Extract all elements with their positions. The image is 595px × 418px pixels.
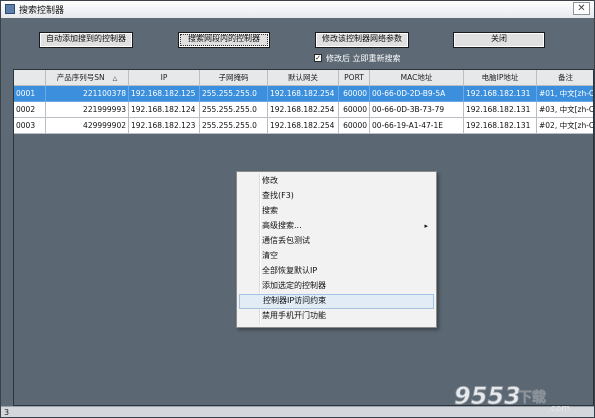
client-area: 自动添加搜到的控制器 搜索网段内的控制器 修改该控制器网络参数 关闭 ✓ 修改后… xyxy=(1,18,594,406)
app-icon xyxy=(5,4,15,14)
close-button[interactable]: 关闭 xyxy=(453,32,545,48)
menu-item-packet-loss-test[interactable]: 通信丢包测试 xyxy=(239,234,434,249)
menu-item-modify[interactable]: 修改 xyxy=(239,174,434,189)
search-segment-controllers-button[interactable]: 搜索网段内的控制器 xyxy=(178,32,270,48)
cell-gateway: 192.168.182.254 xyxy=(268,118,339,134)
cell-row-no: 0001 xyxy=(14,86,46,102)
cell-pc-ip: 192.168.182.131 xyxy=(464,86,537,102)
site-watermark-logo: 9553 下载 .com xyxy=(454,382,570,414)
cell-gateway: 192.168.182.254 xyxy=(268,102,339,118)
header-mac[interactable]: MAC地址 xyxy=(370,70,464,86)
window-close-button[interactable]: ✕ xyxy=(573,2,590,15)
submenu-arrow-icon: ▸ xyxy=(424,222,428,230)
cell-mac: 00-66-0D-3B-73-79 xyxy=(370,102,464,118)
header-pc-ip[interactable]: 电脑IP地址 xyxy=(464,70,537,86)
cell-ip: 192.168.182.124 xyxy=(129,102,200,118)
menu-item-add-selected[interactable]: 添加选定的控制器 xyxy=(239,279,434,294)
menu-item-find[interactable]: 查找(F3) xyxy=(239,189,434,204)
cell-pc-ip: 192.168.182.131 xyxy=(464,102,537,118)
header-gateway[interactable]: 默认网关 xyxy=(268,70,339,86)
modify-network-params-button[interactable]: 修改该控制器网络参数 xyxy=(315,32,409,48)
header-port[interactable]: PORT xyxy=(339,70,370,86)
cell-port: 60000 xyxy=(339,118,370,134)
table-row[interactable]: 0003 429999902 192.168.182.123 255.255.2… xyxy=(14,118,593,134)
menu-item-restore-default-ip[interactable]: 全部恢复默认IP xyxy=(239,264,434,279)
cell-mac: 00-66-19-A1-47-1E xyxy=(370,118,464,134)
table-row[interactable]: 0001 221100378 192.168.182.125 255.255.2… xyxy=(14,86,593,102)
cell-gateway: 192.168.182.254 xyxy=(268,86,339,102)
cell-subnet-mask: 255.255.255.0 xyxy=(200,118,268,134)
header-sn[interactable]: 产品序列号SN △ xyxy=(46,70,129,86)
header-row-no[interactable] xyxy=(14,70,46,86)
menu-item-ip-access-restriction[interactable]: 控制器IP访问约束 xyxy=(239,294,434,309)
search-controller-window: 搜索控制器 ✕ 自动添加搜到的控制器 搜索网段内的控制器 修改该控制器网络参数 … xyxy=(0,0,595,418)
cell-sn: 221100378 xyxy=(46,86,129,102)
cell-ip: 192.168.182.125 xyxy=(129,86,200,102)
cell-subnet-mask: 255.255.255.0 xyxy=(200,86,268,102)
cell-pc-ip: 192.168.182.131 xyxy=(464,118,537,134)
table-row[interactable]: 0002 221999993 192.168.182.124 255.255.2… xyxy=(14,102,593,118)
menu-item-disable-mobile-unlock[interactable]: 禁用手机开门功能 xyxy=(239,309,434,324)
menu-item-advanced-search-label: 高级搜索... xyxy=(262,221,302,230)
window-title: 搜索控制器 xyxy=(19,6,65,16)
cell-sn: 221999993 xyxy=(46,102,129,118)
auto-add-controllers-button[interactable]: 自动添加搜到的控制器 xyxy=(39,32,133,48)
cell-port: 60000 xyxy=(339,86,370,102)
cell-note: #03, 中文[zh-CN] xyxy=(537,102,593,118)
header-subnet-mask[interactable]: 子网掩码 xyxy=(200,70,268,86)
cell-note: #01, 中文[zh-CN] xyxy=(537,86,593,102)
header-note[interactable]: 备注 xyxy=(537,70,593,86)
header-ip[interactable]: IP xyxy=(129,70,200,86)
cell-sn: 429999902 xyxy=(46,118,129,134)
cell-row-no: 0003 xyxy=(14,118,46,134)
menu-item-advanced-search[interactable]: 高级搜索... ▸ xyxy=(239,219,434,234)
grid-header: 产品序列号SN △ IP 子网掩码 默认网关 PORT MAC地址 电脑IP地址 … xyxy=(14,70,593,86)
cell-port: 60000 xyxy=(339,102,370,118)
cell-subnet-mask: 255.255.255.0 xyxy=(200,102,268,118)
watermark-domain: .com xyxy=(548,404,570,414)
watermark-brand: 9553 xyxy=(454,382,521,410)
menu-item-clear[interactable]: 清空 xyxy=(239,249,434,264)
sort-ascending-icon: △ xyxy=(112,75,118,82)
cell-ip: 192.168.182.123 xyxy=(129,118,200,134)
menu-item-search[interactable]: 搜索 xyxy=(239,204,434,219)
cell-mac: 00-66-0D-2D-B9-5A xyxy=(370,86,464,102)
cell-note: #02, 中文[zh-CN] xyxy=(537,118,593,134)
cell-row-no: 0002 xyxy=(14,102,46,118)
title-bar[interactable]: 搜索控制器 ✕ xyxy=(1,1,594,19)
research-after-modify-label: 修改后 立即重新搜索 xyxy=(326,54,401,63)
header-sn-label: 产品序列号SN xyxy=(56,73,105,82)
context-menu: 修改 查找(F3) 搜索 高级搜索... ▸ 通信丢包测试 清空 全部恢复默认IP… xyxy=(236,171,437,328)
research-after-modify-checkbox[interactable]: ✓ xyxy=(314,54,322,62)
watermark-suffix: 下载 xyxy=(518,389,546,406)
